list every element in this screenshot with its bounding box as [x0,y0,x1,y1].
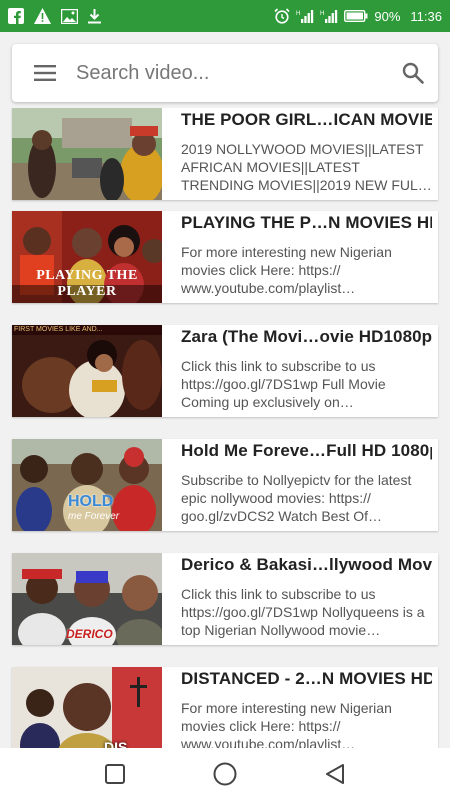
video-title: Hold Me Foreve…Full HD 1080p [181,441,432,460]
video-list-item[interactable]: PLAYING THE PLAYER PLAYING THE P…N MOVIE… [12,211,438,303]
video-description: For more interesting new Nigerian movies… [181,700,392,748]
video-list-item[interactable]: THE POOR GIRL…ICAN MOVIES 2019 NOLLYWOOD… [12,108,438,200]
video-title: PLAYING THE P…N MOVIES HD [181,213,432,232]
search-icon[interactable] [402,62,424,84]
thumbnail-caption: HOLD [68,493,114,510]
home-icon [213,762,237,786]
video-description: 2019 NOLLYWOOD MOVIES||LATEST AFRICAN MO… [181,141,432,193]
battery-percentage: 90% [374,8,401,24]
video-thumbnail [12,108,162,200]
back-button[interactable] [315,754,355,794]
search-input[interactable] [76,61,402,85]
clock: 11:36 [410,8,442,24]
video-list-item[interactable]: DERICO Derico & Bakasi…llywood Movie Cli… [12,553,438,645]
video-description: Click this link to subscribe to us https… [181,586,425,638]
video-title: Derico & Bakasi…llywood Movie [181,555,432,574]
video-list-item[interactable]: HOLD me Forever Hold Me Foreve…Full HD 1… [12,439,438,531]
video-title: THE POOR GIRL…ICAN MOVIES [181,110,432,129]
video-thumbnail: DIS [12,667,162,748]
signal-icon: H [296,9,314,23]
video-thumbnail: FIRST MOVIES LIKE AND... [12,325,162,417]
video-thumbnail: DERICO [12,553,162,645]
thumbnail-caption: me Forever [68,511,120,522]
back-icon [325,764,345,784]
video-list: THE POOR GIRL…ICAN MOVIES 2019 NOLLYWOOD… [0,108,450,748]
thumbnail-caption: DIS [104,739,128,748]
video-description: Subscribe to Nollyepictv for the latest … [181,472,412,524]
video-thumbnail: HOLD me Forever [12,439,162,531]
warning-icon [34,8,51,24]
recent-apps-icon [105,764,125,784]
menu-icon[interactable] [34,65,56,81]
video-title: Zara (The Movi…ovie HD1080p [181,327,432,346]
video-description: Click this link to subscribe to us https… [181,358,386,410]
recent-apps-button[interactable] [95,754,135,794]
search-bar [12,44,438,102]
thumbnail-caption: FIRST MOVIES LIKE AND... [14,326,103,333]
image-icon [61,8,78,24]
facebook-icon [8,8,24,24]
thumbnail-caption: PLAYING THE PLAYER [36,268,138,299]
signal-icon: H [320,9,338,23]
video-list-item[interactable]: FIRST MOVIES LIKE AND... Zara (The Movi…… [12,325,438,417]
svg-text:H: H [296,11,300,17]
video-title: DISTANCED - 2…N MOVIES HD [181,669,432,688]
thumbnail-caption: DERICO [66,627,113,641]
alarm-icon [274,8,290,24]
video-list-item[interactable]: DIS DISTANCED - 2…N MOVIES HD For more i… [12,667,438,748]
video-thumbnail: PLAYING THE PLAYER [12,211,162,303]
svg-text:H: H [320,11,324,17]
system-nav-bar [0,748,450,800]
home-button[interactable] [205,754,245,794]
download-icon [88,8,101,24]
video-description: For more interesting new Nigerian movies… [181,244,392,296]
status-bar: H H 90% 11:36 [0,0,450,32]
battery-icon [344,10,368,22]
